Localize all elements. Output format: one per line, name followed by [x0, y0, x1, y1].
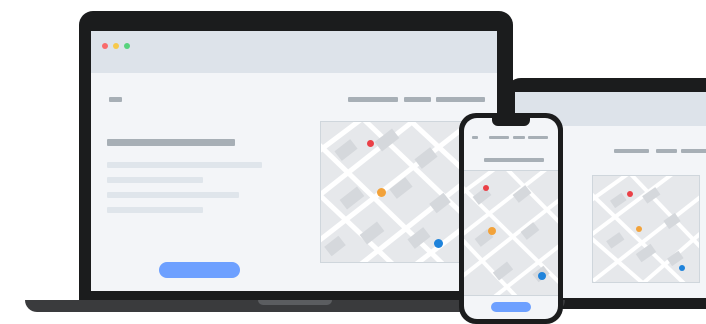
phone-heading-placeholder: [484, 158, 544, 162]
laptop-lid: [79, 11, 513, 301]
phone-cta-button[interactable]: [491, 302, 531, 312]
laptop-screen: [91, 31, 497, 291]
text-line-placeholder: [107, 192, 239, 198]
text-line-placeholder: [107, 207, 203, 213]
tablet-restaurant-marker-icon: [627, 191, 633, 197]
window-close-button[interactable]: [102, 43, 108, 49]
phone-map: [464, 170, 558, 296]
phone-restaurant-marker-icon[interactable]: [483, 185, 489, 191]
nav-link-placeholder[interactable]: [348, 97, 398, 102]
phone-car-marker-icon[interactable]: [488, 227, 496, 235]
phone-notch: [492, 118, 530, 126]
tablet-nav-link-placeholder: [614, 149, 649, 153]
device-mockup-scene: [0, 0, 706, 324]
phone-nav-link-placeholder[interactable]: [528, 136, 548, 139]
site-logo-placeholder: [109, 97, 122, 102]
text-line-placeholder: [107, 177, 203, 183]
laptop-base-notch: [258, 300, 332, 305]
window-maximize-button[interactable]: [124, 43, 130, 49]
laptop-map: [320, 121, 462, 263]
nav-link-placeholder[interactable]: [404, 97, 431, 102]
phone-frame: [459, 113, 563, 324]
cta-button[interactable]: [159, 262, 240, 278]
phone-screen: [464, 118, 558, 319]
tablet-car-marker-icon: [636, 226, 642, 232]
phone-nav-link-placeholder[interactable]: [513, 136, 525, 139]
tablet-nav-link-placeholder: [656, 149, 677, 153]
tablet-map: [592, 175, 700, 283]
transit-marker-icon[interactable]: [434, 239, 443, 248]
tablet-nav-link-placeholder: [681, 149, 706, 153]
window-minimize-button[interactable]: [113, 43, 119, 49]
phone-transit-marker-icon[interactable]: [538, 272, 546, 280]
phone-nav-link-placeholder[interactable]: [489, 136, 509, 139]
browser-toolbar: [91, 31, 497, 73]
tablet-transit-marker-icon: [679, 265, 685, 271]
heading-placeholder: [107, 139, 235, 146]
phone-logo-placeholder: [472, 136, 478, 139]
restaurant-marker-icon[interactable]: [367, 140, 374, 147]
text-line-placeholder: [107, 162, 262, 168]
car-marker-icon[interactable]: [377, 188, 386, 197]
nav-link-placeholder[interactable]: [436, 97, 485, 102]
